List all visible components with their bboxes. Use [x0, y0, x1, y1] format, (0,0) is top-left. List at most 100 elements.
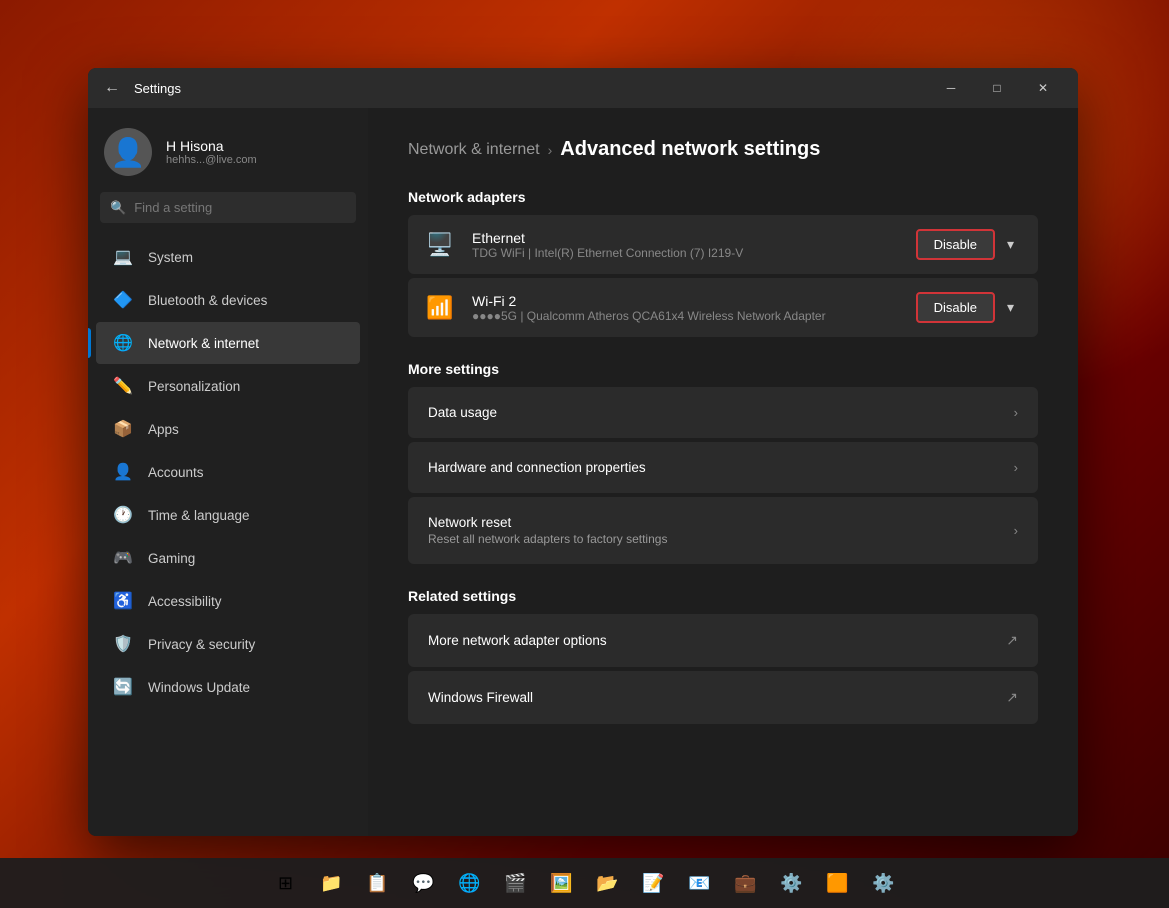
sidebar-item-accessibility[interactable]: ♿ Accessibility [96, 580, 360, 622]
more-setting-text-network-reset: Network reset Reset all network adapters… [428, 515, 1002, 546]
adapters-title: Network adapters [408, 189, 1038, 205]
more-setting-subtitle-network-reset: Reset all network adapters to factory se… [428, 532, 1002, 546]
nav-icon-network: 🌐 [112, 332, 134, 354]
adapter-desc-wifi2: ●●●●5G | Qualcomm Atheros QCA61x4 Wirele… [472, 309, 900, 323]
disable-btn-ethernet[interactable]: Disable [916, 229, 995, 260]
avatar: 👤 [104, 128, 152, 176]
taskbar-item-chrome[interactable]: 🌐 [449, 862, 491, 904]
external-link-icon-firewall: ↗ [1006, 689, 1018, 706]
search-input[interactable] [134, 192, 346, 223]
nav-icon-gaming: 🎮 [112, 547, 134, 569]
user-info: H Hisona hehhs...@live.com [166, 138, 257, 166]
nav-label-bluetooth: Bluetooth & devices [148, 293, 267, 308]
related-setting-text-more-adapter: More network adapter options [428, 633, 994, 648]
maximize-button[interactable]: □ [974, 72, 1020, 104]
minimize-button[interactable]: ─ [928, 72, 974, 104]
breadcrumb-parent[interactable]: Network & internet [408, 141, 540, 159]
taskbar-item-explorer[interactable]: 📁 [311, 862, 353, 904]
taskbar-item-office[interactable]: 🟧 [817, 862, 859, 904]
nav-label-apps: Apps [148, 422, 179, 437]
user-email: hehhs...@live.com [166, 154, 257, 166]
related-settings-section: Related settings More network adapter op… [408, 588, 1038, 724]
main-panel: Network & internet › Advanced network se… [368, 108, 1078, 836]
adapter-info-ethernet: Ethernet TDG WiFi | Intel(R) Ethernet Co… [472, 230, 900, 260]
sidebar-item-time[interactable]: 🕐 Time & language [96, 494, 360, 536]
titlebar-title: Settings [134, 81, 181, 96]
titlebar: ← Settings ─ □ ✕ [88, 68, 1078, 108]
taskbar-item-notepad[interactable]: 📝 [633, 862, 675, 904]
breadcrumb: Network & internet › Advanced network se… [408, 138, 1038, 161]
nav-icon-accounts: 👤 [112, 461, 134, 483]
sidebar-item-accounts[interactable]: 👤 Accounts [96, 451, 360, 493]
more-setting-title-network-reset: Network reset [428, 515, 1002, 530]
adapter-icon-ethernet: 🖥️ [424, 232, 456, 258]
related-setting-text-firewall: Windows Firewall [428, 690, 994, 705]
taskbar-item-slack[interactable]: 💼 [725, 862, 767, 904]
related-rows: More network adapter options ↗ Windows F… [408, 614, 1038, 724]
taskbar-item-unknown1[interactable]: ⚙️ [771, 862, 813, 904]
adapter-name-ethernet: Ethernet [472, 230, 900, 246]
user-section: 👤 H Hisona hehhs...@live.com [88, 108, 368, 192]
nav-label-gaming: Gaming [148, 551, 195, 566]
breadcrumb-separator: › [548, 142, 553, 158]
more-setting-network-reset[interactable]: Network reset Reset all network adapters… [408, 497, 1038, 564]
taskbar-item-teams[interactable]: 💬 [403, 862, 445, 904]
adapter-info-wifi2: Wi-Fi 2 ●●●●5G | Qualcomm Atheros QCA61x… [472, 293, 900, 323]
more-setting-text-hw-connection: Hardware and connection properties [428, 460, 1002, 475]
nav-icon-apps: 📦 [112, 418, 134, 440]
nav-label-personalization: Personalization [148, 379, 240, 394]
nav-label-time: Time & language [148, 508, 250, 523]
more-settings-title: More settings [408, 361, 1038, 377]
taskbar-item-files[interactable]: 📂 [587, 862, 629, 904]
sidebar-item-network[interactable]: 🌐 Network & internet [96, 322, 360, 364]
nav-label-accounts: Accounts [148, 465, 204, 480]
nav-icon-privacy: 🛡️ [112, 633, 134, 655]
nav-icon-system: 💻 [112, 246, 134, 268]
adapter-actions-wifi2: Disable ▾ [916, 292, 1022, 323]
related-setting-more-adapter[interactable]: More network adapter options ↗ [408, 614, 1038, 667]
taskbar: ⊞📁📋💬🌐🎬🖼️📂📝📧💼⚙️🟧⚙️ [0, 858, 1169, 908]
back-button[interactable]: ← [100, 75, 124, 101]
nav-icon-personalization: ✏️ [112, 375, 134, 397]
more-setting-title-hw-connection: Hardware and connection properties [428, 460, 1002, 475]
content-area: 👤 H Hisona hehhs...@live.com 🔍 💻 System … [88, 108, 1078, 836]
nav-label-update: Windows Update [148, 680, 250, 695]
adapters-section: Network adapters 🖥️ Ethernet TDG WiFi | … [408, 189, 1038, 337]
expand-btn-wifi2[interactable]: ▾ [999, 293, 1022, 322]
sidebar-item-bluetooth[interactable]: 🔷 Bluetooth & devices [96, 279, 360, 321]
sidebar-item-personalization[interactable]: ✏️ Personalization [96, 365, 360, 407]
sidebar-item-system[interactable]: 💻 System [96, 236, 360, 278]
more-setting-title-data-usage: Data usage [428, 405, 1002, 420]
chevron-right-icon-hw-connection: › [1014, 460, 1018, 475]
taskbar-item-start[interactable]: ⊞ [265, 862, 307, 904]
related-setting-firewall[interactable]: Windows Firewall ↗ [408, 671, 1038, 724]
adapter-icon-wifi2: 📶 [424, 295, 456, 321]
nav-label-accessibility: Accessibility [148, 594, 222, 609]
nav-list: 💻 System 🔷 Bluetooth & devices 🌐 Network… [88, 235, 368, 709]
taskbar-item-mail[interactable]: 📧 [679, 862, 721, 904]
sidebar-item-gaming[interactable]: 🎮 Gaming [96, 537, 360, 579]
more-settings-rows: Data usage › Hardware and connection pro… [408, 387, 1038, 564]
settings-window: ← Settings ─ □ ✕ 👤 H Hisona hehhs...@liv… [88, 68, 1078, 836]
taskbar-item-settings2[interactable]: ⚙️ [863, 862, 905, 904]
sidebar-item-privacy[interactable]: 🛡️ Privacy & security [96, 623, 360, 665]
adapter-name-wifi2: Wi-Fi 2 [472, 293, 900, 309]
taskbar-item-ps[interactable]: 🖼️ [541, 862, 583, 904]
more-setting-data-usage[interactable]: Data usage › [408, 387, 1038, 438]
adapter-wifi2: 📶 Wi-Fi 2 ●●●●5G | Qualcomm Atheros QCA6… [408, 278, 1038, 337]
search-box: 🔍 [100, 192, 356, 223]
expand-btn-ethernet[interactable]: ▾ [999, 230, 1022, 259]
close-button[interactable]: ✕ [1020, 72, 1066, 104]
adapter-actions-ethernet: Disable ▾ [916, 229, 1022, 260]
sidebar-item-update[interactable]: 🔄 Windows Update [96, 666, 360, 708]
more-setting-text-data-usage: Data usage [428, 405, 1002, 420]
breadcrumb-current: Advanced network settings [560, 138, 820, 161]
more-setting-hw-connection[interactable]: Hardware and connection properties › [408, 442, 1038, 493]
disable-btn-wifi2[interactable]: Disable [916, 292, 995, 323]
titlebar-left: ← Settings [100, 75, 181, 101]
related-setting-title-more-adapter: More network adapter options [428, 633, 994, 648]
sidebar-item-apps[interactable]: 📦 Apps [96, 408, 360, 450]
taskbar-item-apps2[interactable]: 📋 [357, 862, 399, 904]
titlebar-controls: ─ □ ✕ [928, 72, 1066, 104]
taskbar-item-premiere[interactable]: 🎬 [495, 862, 537, 904]
